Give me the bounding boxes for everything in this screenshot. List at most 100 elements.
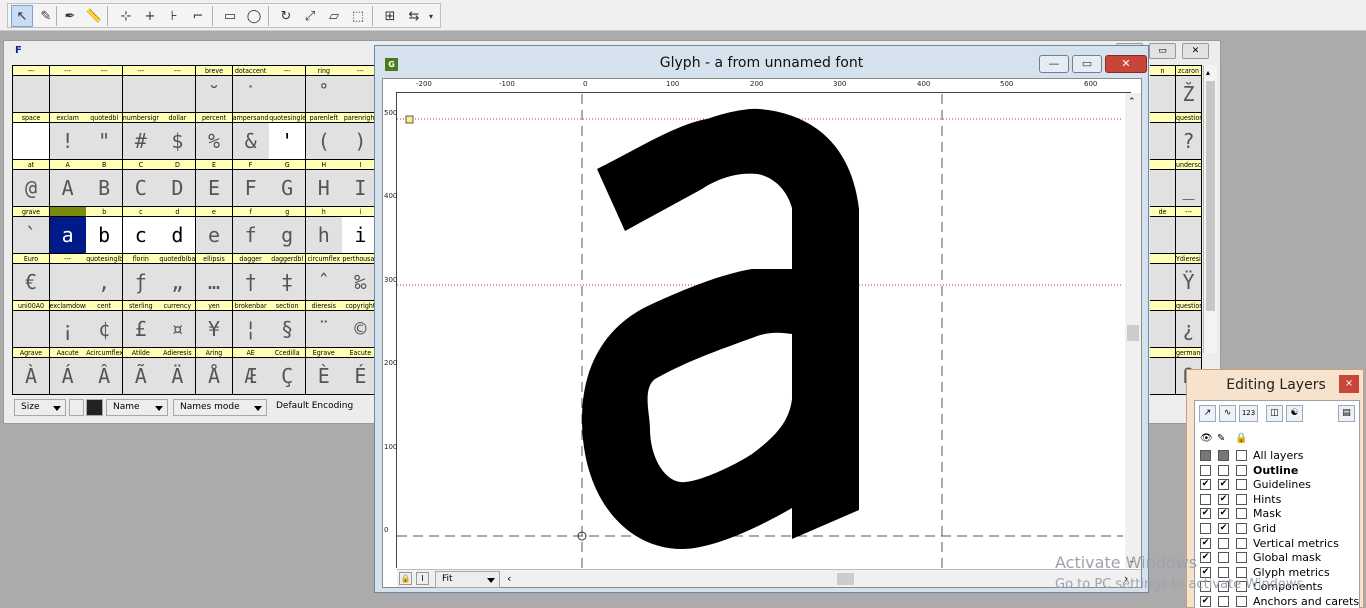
glyph-cell-preview[interactable]: F bbox=[232, 170, 269, 207]
add-corner-point-icon[interactable]: + bbox=[139, 5, 161, 27]
glyph-cell-preview[interactable]: c bbox=[122, 217, 159, 254]
glyph-cell[interactable]: --- bbox=[122, 66, 160, 113]
layer-checkbox[interactable]: ✔ bbox=[1218, 523, 1229, 534]
layer-row[interactable]: ✔ ✔ Mask bbox=[1195, 507, 1359, 521]
layer-checkbox[interactable] bbox=[1218, 596, 1229, 607]
glyph-cell[interactable]: hh bbox=[305, 207, 343, 254]
layer-checkbox[interactable]: ✔ bbox=[1218, 493, 1229, 505]
glyph-cell-preview[interactable]: b bbox=[86, 217, 123, 254]
layer-checkbox[interactable] bbox=[1236, 464, 1247, 476]
glyph-cell[interactable]: dd bbox=[159, 207, 197, 254]
glyph-cell-preview[interactable] bbox=[1150, 311, 1175, 348]
maximize-button[interactable]: ▭ bbox=[1072, 55, 1102, 73]
layer-checkbox[interactable]: ✔ bbox=[1218, 479, 1229, 491]
glyph-cell[interactable]: ellipsis… bbox=[196, 254, 233, 301]
glyph-cell-preview[interactable] bbox=[1150, 358, 1175, 395]
glyph-cell[interactable]: CC bbox=[122, 160, 160, 207]
glyph-cell-preview[interactable]: ( bbox=[305, 123, 342, 160]
glyph-cell[interactable]: n bbox=[1150, 66, 1176, 113]
layer-checkbox[interactable]: ✔ bbox=[1200, 552, 1211, 564]
layer-checkbox[interactable] bbox=[1236, 537, 1247, 549]
layer-checkbox[interactable] bbox=[1218, 464, 1229, 476]
panel-close-button[interactable]: × bbox=[1339, 375, 1359, 393]
glyph-cell[interactable]: YdieresisŸ bbox=[1176, 254, 1202, 301]
layer-checkbox[interactable]: ✔ bbox=[1218, 508, 1229, 520]
glyph-cell-preview[interactable]: h bbox=[305, 217, 342, 254]
glyph-cell-preview[interactable]: e bbox=[196, 217, 232, 254]
rectangle-icon[interactable]: ▭ bbox=[219, 5, 241, 27]
layer-row[interactable]: ✔ Anchors and carets bbox=[1195, 595, 1359, 608]
close-button[interactable]: ✕ bbox=[1105, 55, 1147, 73]
layer-checkbox[interactable] bbox=[1236, 493, 1247, 505]
pen-icon[interactable]: ✒ bbox=[59, 5, 81, 27]
glyph-cell[interactable]: exclam! bbox=[49, 113, 87, 160]
glyph-cell-preview[interactable]: ‰ bbox=[342, 264, 379, 301]
glyph-cell-preview[interactable]: I bbox=[342, 170, 379, 207]
layer-row[interactable]: ✔ Global mask bbox=[1195, 551, 1359, 565]
glyph-cell-preview[interactable]: d bbox=[159, 217, 196, 254]
glyph-cell[interactable]: at @ bbox=[13, 160, 50, 207]
glyph-cell-preview[interactable]: † bbox=[232, 264, 269, 301]
glyph-cell-preview[interactable]: „ bbox=[159, 264, 196, 301]
glyph-cell-preview[interactable] bbox=[159, 76, 196, 113]
glyph-cell[interactable]: HH bbox=[305, 160, 343, 207]
glyph-cell[interactable]: --- bbox=[269, 66, 307, 113]
glyph-cell-preview[interactable] bbox=[342, 76, 379, 113]
glyph-cell-preview[interactable]: & bbox=[232, 123, 269, 160]
add-hv-curve-icon[interactable]: ⌐ bbox=[187, 5, 209, 27]
layer-checkbox[interactable]: ✔ bbox=[1200, 508, 1211, 520]
glyph-cell-preview[interactable]: ' bbox=[269, 123, 306, 160]
glyph-cell-preview[interactable]: È bbox=[305, 358, 342, 395]
glyph-cell-preview[interactable] bbox=[13, 123, 49, 160]
glyph-cell-preview[interactable]: # bbox=[122, 123, 159, 160]
glyph-cell-preview[interactable]: Â bbox=[86, 358, 123, 395]
skew-icon[interactable]: ▱ bbox=[323, 5, 345, 27]
glyph-cell-preview[interactable]: ¦ bbox=[232, 311, 269, 348]
glyph-cell[interactable]: gg bbox=[269, 207, 307, 254]
layer-checkbox[interactable] bbox=[1218, 552, 1229, 564]
glyph-cell-preview[interactable]: ˘ bbox=[196, 76, 232, 113]
glyph-cell[interactable]: bb bbox=[86, 207, 124, 254]
glyph-outline-a[interactable] bbox=[582, 108, 859, 550]
glyph-cell-preview[interactable]: E bbox=[196, 170, 232, 207]
glyph-cell-preview[interactable]: i bbox=[342, 217, 379, 254]
glyph-cell-preview[interactable] bbox=[13, 76, 49, 113]
glyph-cell[interactable]: cent ¢ bbox=[86, 301, 124, 348]
glyph-cell-preview[interactable]: Æ bbox=[232, 358, 269, 395]
glyph-cell-preview[interactable] bbox=[49, 264, 86, 301]
glyph-cell[interactable]: Agrave À bbox=[13, 348, 50, 395]
glyph-cell-preview[interactable]: _ bbox=[1176, 170, 1201, 207]
glyph-cell-preview[interactable]: € bbox=[13, 264, 49, 301]
layer-checkbox[interactable] bbox=[1236, 479, 1247, 491]
rotate-icon[interactable]: ↻ bbox=[275, 5, 297, 27]
glyph-cell[interactable]: --- bbox=[1176, 207, 1202, 254]
glyph-cell-preview[interactable]: ` bbox=[13, 217, 49, 254]
scale-icon[interactable]: ⤢ bbox=[299, 5, 321, 27]
glyph-cell[interactable]: quotesinglbase‚ bbox=[86, 254, 124, 301]
glyph-cell[interactable]: EE bbox=[196, 160, 233, 207]
glyph-cell-preview[interactable] bbox=[49, 76, 86, 113]
layer-checkbox[interactable] bbox=[1218, 537, 1229, 549]
glyph-cell-preview[interactable] bbox=[269, 76, 306, 113]
glyph-cell[interactable]: dotaccent ˙ bbox=[232, 66, 270, 113]
layer-row[interactable]: ✔ Vertical metrics bbox=[1195, 537, 1359, 551]
glyph-cell[interactable]: Euro € bbox=[13, 254, 50, 301]
glyph-cell[interactable]: de bbox=[1150, 207, 1176, 254]
glyph-cell[interactable]: BB bbox=[86, 160, 124, 207]
layer-checkbox[interactable] bbox=[1236, 508, 1247, 520]
dropdown-arrow-icon[interactable]: ▾ bbox=[424, 5, 438, 27]
glyph-cell-preview[interactable]: © bbox=[342, 311, 379, 348]
glyph-cell-preview[interactable]: Å bbox=[196, 358, 232, 395]
add-curve-point-icon[interactable]: ⊹ bbox=[115, 5, 137, 27]
glyph-cell-preview[interactable]: ¤ bbox=[159, 311, 196, 348]
glyph-cell-preview[interactable]: f bbox=[232, 217, 269, 254]
glyph-cell[interactable] bbox=[1150, 254, 1176, 301]
flip-icon[interactable]: ⬚ bbox=[347, 5, 369, 27]
glyph-cell-preview[interactable]: À bbox=[13, 358, 49, 395]
scroll-thumb[interactable] bbox=[1206, 81, 1215, 311]
glyph-cell[interactable]: --- bbox=[49, 254, 87, 301]
scroll-up-arrow-icon[interactable]: ▴ bbox=[1206, 68, 1210, 77]
align-icon[interactable]: ⇆ bbox=[403, 5, 425, 27]
layer-checkbox[interactable] bbox=[1236, 523, 1247, 534]
spiro-icon[interactable]: ⊞ bbox=[379, 5, 401, 27]
